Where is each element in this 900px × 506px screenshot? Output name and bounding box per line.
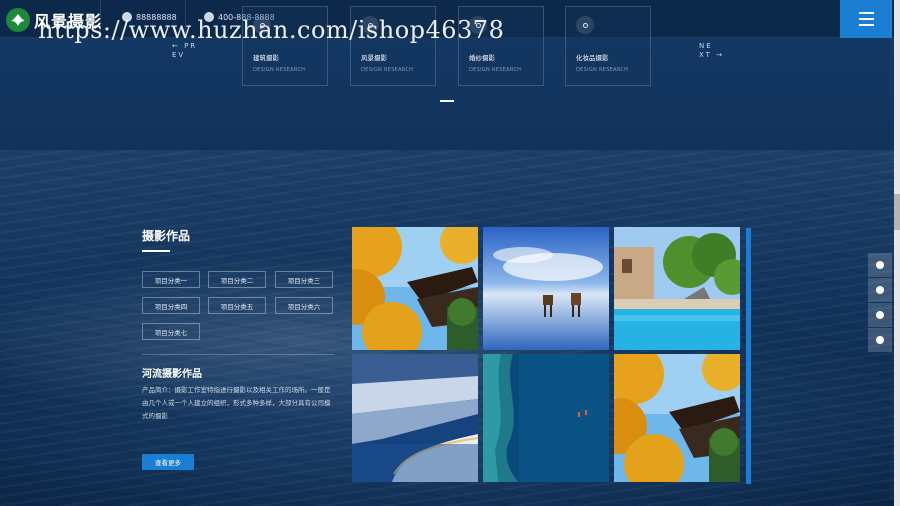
view-more-button[interactable]: 查看更多 (142, 454, 194, 470)
wechat-icon[interactable] (868, 303, 892, 327)
category-button[interactable]: 项目分类四 (142, 297, 200, 314)
category-button[interactable]: 项目分类一 (142, 271, 200, 288)
carousel-prev-button[interactable]: ← PR EV (172, 42, 198, 60)
page-scrollbar[interactable] (894, 0, 900, 506)
photo-tile[interactable] (614, 227, 740, 350)
card-subtitle: DESIGN RESEARCH (361, 67, 414, 73)
logo-icon (6, 8, 30, 32)
qq-icon[interactable] (868, 253, 892, 277)
category-button[interactable]: 项目分类七 (142, 323, 200, 340)
featured-description: 产品简介：摄影工作室特指进行摄影以及相关工作的场所。一般是由几个人或一个人建立的… (142, 386, 331, 420)
pin-icon (576, 16, 594, 34)
photo-tile[interactable] (352, 227, 478, 350)
carousel-next-button[interactable]: NE XT → (699, 42, 725, 60)
back-to-top-icon[interactable] (868, 328, 892, 352)
gallery-scrollbar[interactable] (746, 228, 751, 484)
horses-salt-lake-image (483, 227, 609, 350)
featured-title: 河流摄影作品 (142, 369, 202, 380)
section-divider (142, 354, 334, 355)
menu-icon-bar (858, 24, 874, 26)
card-subtitle: DESIGN RESEARCH (253, 67, 306, 73)
temple-ginkgo-image (352, 227, 478, 350)
photo-tile[interactable] (614, 354, 740, 482)
menu-icon-bar (858, 12, 874, 14)
category-button[interactable]: 项目分类五 (208, 297, 266, 314)
snow-coast-night-image (352, 354, 478, 482)
section-title: 摄影作品 (142, 229, 191, 243)
watermark-text: https://www.huzhan.com/ishop46378 (38, 16, 505, 44)
menu-button[interactable] (840, 0, 892, 38)
page-scrollbar-thumb[interactable] (894, 194, 900, 230)
pool-villa-image (614, 227, 740, 350)
photo-tile[interactable] (483, 354, 609, 482)
category-button[interactable]: 项目分类三 (275, 271, 333, 288)
card-title: 化妆品摄影 (576, 54, 609, 62)
card-subtitle: DESIGN RESEARCH (576, 67, 629, 73)
card-title: 建筑摄影 (253, 54, 279, 62)
phone-icon[interactable] (868, 278, 892, 302)
ocean-aerial-image (483, 354, 609, 482)
category-button[interactable]: 项目分类六 (275, 297, 333, 314)
card-subtitle: DESIGN RESEARCH (469, 67, 522, 73)
menu-icon-bar (858, 18, 874, 20)
category-button[interactable]: 项目分类二 (208, 271, 266, 288)
title-underline (142, 250, 170, 252)
photo-tile[interactable] (483, 227, 609, 350)
carousel-indicator[interactable] (440, 100, 454, 102)
temple-ginkgo-2-image (614, 354, 740, 482)
card-title: 婚纱摄影 (469, 54, 495, 62)
card-title: 风景摄影 (361, 54, 387, 62)
photo-tile[interactable] (352, 354, 478, 482)
floating-toolbar (868, 253, 892, 353)
carousel-card[interactable]: 化妆品摄影 DESIGN RESEARCH (565, 6, 651, 86)
